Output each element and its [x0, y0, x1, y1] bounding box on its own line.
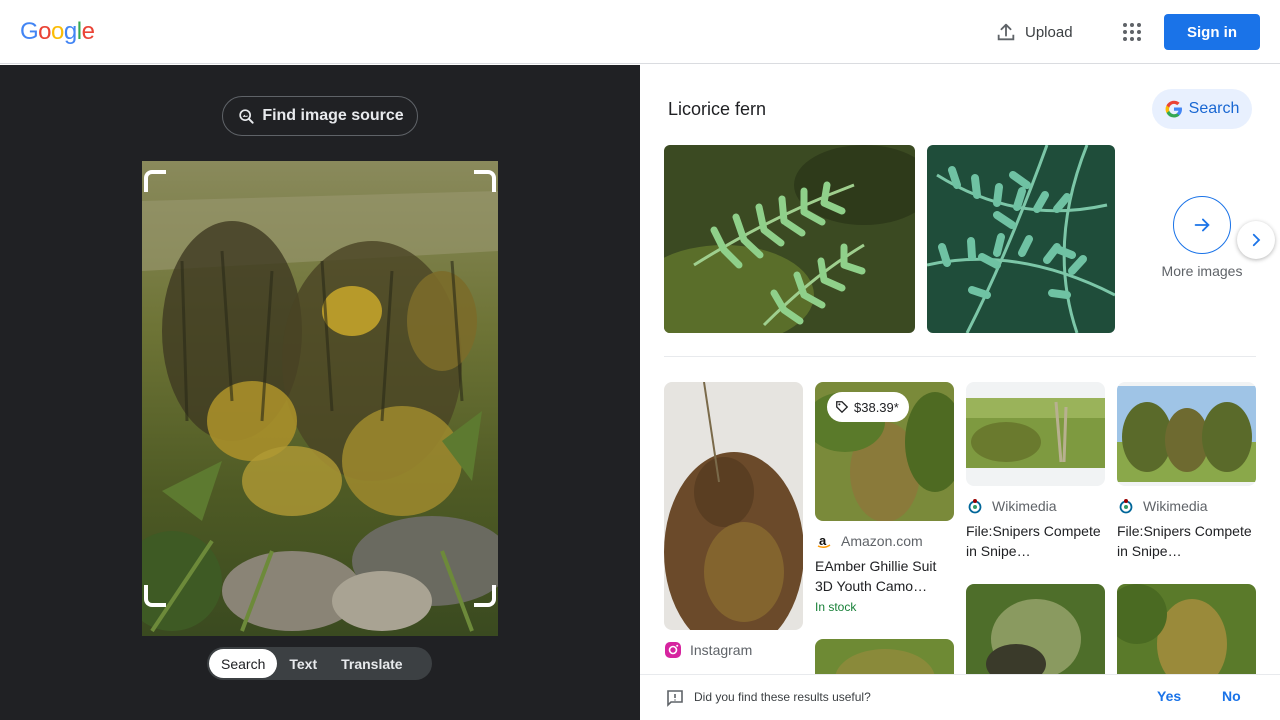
ghillie-suit-photo: [966, 584, 1105, 684]
find-image-source-label: Find image source: [262, 107, 404, 124]
header: Google Upload Sign in: [0, 0, 1280, 64]
result-source: Wikimedia: [1117, 497, 1256, 515]
feedback-yes-button[interactable]: Yes: [1157, 688, 1181, 704]
entity-search-button[interactable]: Search: [1152, 89, 1252, 129]
visual-match-result[interactable]: Wikimedia File:Snipers Compete in Snipe…: [966, 382, 1105, 561]
result-source: Wikimedia: [966, 497, 1105, 515]
visual-match-result[interactable]: [966, 584, 1105, 684]
sign-in-button[interactable]: Sign in: [1164, 14, 1260, 50]
price-tag-icon: [836, 401, 849, 414]
result-title: File:Snipers Compete in Snipe…: [1117, 523, 1252, 559]
tab-translate[interactable]: Translate: [329, 649, 414, 678]
feedback-no-button[interactable]: No: [1222, 688, 1241, 704]
result-source: Instagram: [664, 641, 803, 659]
entity-image-2[interactable]: [927, 145, 1115, 333]
query-image-pane: Find image source Search Text Translate: [0, 65, 640, 720]
feedback-icon: [667, 690, 683, 707]
result-thumbnail: $38.39*: [815, 382, 954, 521]
crop-handle-top-left[interactable]: [144, 170, 166, 192]
crop-handle-bottom-right[interactable]: [474, 585, 496, 607]
fern-photo: [664, 145, 915, 333]
result-thumbnail: [664, 382, 803, 630]
result-title: EAmber Ghillie Suit 3D Youth Camo…: [815, 558, 937, 594]
crop-handle-bottom-left[interactable]: [144, 585, 166, 607]
result-source-name: Amazon.com: [841, 533, 923, 549]
logo-letter: g: [63, 18, 77, 45]
logo-letter: e: [81, 18, 95, 45]
more-images-link[interactable]: More images: [1156, 196, 1248, 279]
visual-match-result[interactable]: $38.39* a Amazon.com EAmber Ghillie Suit…: [815, 382, 954, 614]
divider: [664, 356, 1256, 357]
wikimedia-icon: [1117, 497, 1135, 515]
logo-letter: o: [38, 18, 52, 45]
visual-match-result[interactable]: Instagram: [664, 382, 803, 659]
price-value: $38.39*: [854, 399, 899, 415]
entity-image-1[interactable]: [664, 145, 915, 333]
tab-text[interactable]: Text: [277, 649, 329, 678]
visual-match-result[interactable]: Wikimedia File:Snipers Compete in Snipe…: [1117, 382, 1256, 561]
google-apps-button[interactable]: [1116, 16, 1148, 48]
result-thumbnail: [966, 584, 1105, 684]
result-thumbnail: [1117, 584, 1256, 684]
tab-search[interactable]: Search: [209, 649, 278, 678]
result-source-name: Instagram: [690, 642, 753, 658]
carousel-next-button[interactable]: [1237, 221, 1275, 259]
svg-text:a: a: [819, 533, 827, 548]
crop-region[interactable]: [150, 175, 490, 603]
wikimedia-icon: [966, 497, 984, 515]
fern-closeup-photo: [927, 145, 1115, 333]
mode-tabs: Search Text Translate: [207, 647, 432, 680]
results-pane: Licorice fern Search More images Instagr…: [640, 65, 1280, 720]
ghillie-suit-photo: [664, 382, 803, 630]
instagram-icon: [664, 641, 682, 659]
apps-grid-icon: [1123, 23, 1141, 41]
upload-label: Upload: [1025, 23, 1073, 41]
upload-icon: [997, 23, 1015, 41]
snipers-photo: [1117, 386, 1256, 482]
result-thumbnail: [1117, 382, 1256, 486]
entity-title: Licorice fern: [668, 99, 767, 119]
result-source-name: Wikimedia: [992, 498, 1057, 514]
find-image-source-button[interactable]: Find image source: [222, 96, 418, 136]
google-logo[interactable]: Google: [20, 18, 95, 46]
entity-search-label: Search: [1188, 100, 1240, 117]
result-source: a Amazon.com: [815, 532, 954, 550]
logo-letter: G: [20, 18, 39, 45]
stock-status: In stock: [815, 600, 857, 614]
result-title: File:Snipers Compete in Snipe…: [966, 523, 1101, 559]
visual-match-result[interactable]: [1117, 584, 1256, 684]
chevron-right-icon: [1252, 233, 1261, 247]
price-badge: $38.39*: [827, 392, 909, 422]
logo-letter: o: [51, 18, 64, 45]
amazon-icon: a: [815, 532, 833, 550]
more-images-label: More images: [1161, 263, 1243, 279]
feedback-bar: Did you find these results useful? Yes N…: [640, 674, 1280, 720]
ghillie-suit-photo: [1117, 584, 1256, 684]
more-images-circle: [1173, 196, 1231, 254]
result-thumbnail: [966, 382, 1105, 486]
arrow-right-icon: [1194, 218, 1210, 232]
result-source-name: Wikimedia: [1143, 498, 1208, 514]
query-image[interactable]: [142, 161, 498, 636]
image-search-icon: [239, 109, 254, 124]
crop-handle-top-right[interactable]: [474, 170, 496, 192]
google-g-icon: [1165, 100, 1182, 118]
snipers-photo: [966, 398, 1105, 468]
feedback-question: Did you find these results useful?: [694, 690, 871, 704]
upload-button[interactable]: Upload: [985, 14, 1083, 50]
